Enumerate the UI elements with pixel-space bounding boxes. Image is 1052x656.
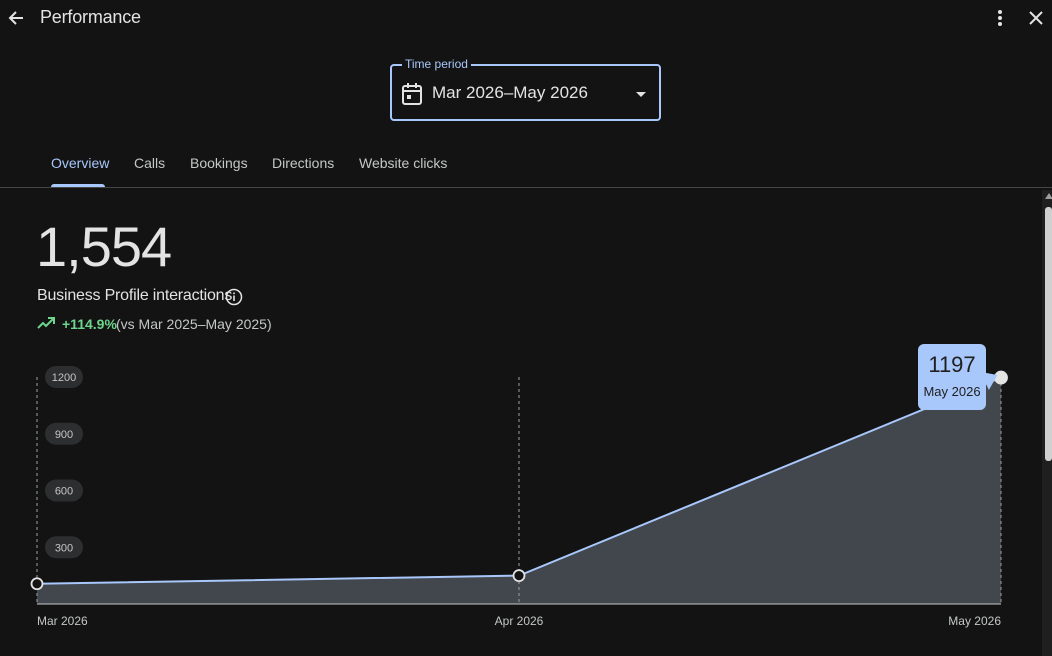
chart-tooltip: 1197 May 2026: [918, 344, 986, 410]
top-bar: Performance: [0, 0, 1052, 36]
info-icon[interactable]: [225, 288, 243, 306]
tab-bookings[interactable]: Bookings: [190, 155, 248, 171]
more-vert-icon: [998, 10, 1002, 26]
interactions-area-chart: 300 600 900 1200 Mar 2026 Apr 2026 May 2026: [30, 366, 1008, 628]
time-period-select[interactable]: Time period Mar 2026–May 2026: [390, 57, 661, 121]
data-point: [512, 569, 526, 583]
tooltip-label: May 2026: [923, 384, 981, 399]
more-options-button[interactable]: [990, 6, 1010, 30]
data-point: [30, 577, 44, 591]
active-tab-indicator: [51, 184, 105, 187]
total-interactions: 1,554: [36, 215, 172, 278]
scrollbar-thumb[interactable]: [1045, 207, 1052, 461]
close-icon: [1029, 11, 1043, 25]
time-period-value: Mar 2026–May 2026: [432, 83, 588, 102]
x-tick-label: Apr 2026: [495, 614, 544, 628]
close-button[interactable]: [1024, 6, 1048, 30]
page-title: Performance: [40, 7, 141, 27]
y-tick-label: 1200: [52, 372, 76, 384]
y-tick-label: 300: [55, 542, 73, 554]
scroll-up-arrow-icon[interactable]: [1045, 193, 1052, 199]
time-period-legend: Time period: [402, 57, 471, 71]
back-arrow-icon: [8, 11, 23, 25]
tab-bar: Overview Calls Bookings Directions Websi…: [0, 145, 1052, 188]
tab-calls[interactable]: Calls: [134, 155, 165, 171]
back-button[interactable]: [4, 5, 28, 31]
calendar-icon: [402, 83, 422, 105]
tab-directions[interactable]: Directions: [272, 155, 334, 171]
tab-website-clicks[interactable]: Website clicks: [359, 155, 447, 171]
y-tick-label: 600: [55, 486, 73, 498]
y-tick-label: 900: [55, 429, 73, 441]
tooltip-value: 1197: [928, 352, 976, 377]
x-tick-label: May 2026: [948, 614, 1001, 628]
x-tick-label: Mar 2026: [37, 614, 88, 628]
dropdown-caret-icon: [636, 92, 646, 97]
tab-overview[interactable]: Overview: [51, 155, 109, 171]
trending-up-icon: [37, 317, 55, 329]
metric-label: Business Profile interactions: [37, 287, 233, 304]
